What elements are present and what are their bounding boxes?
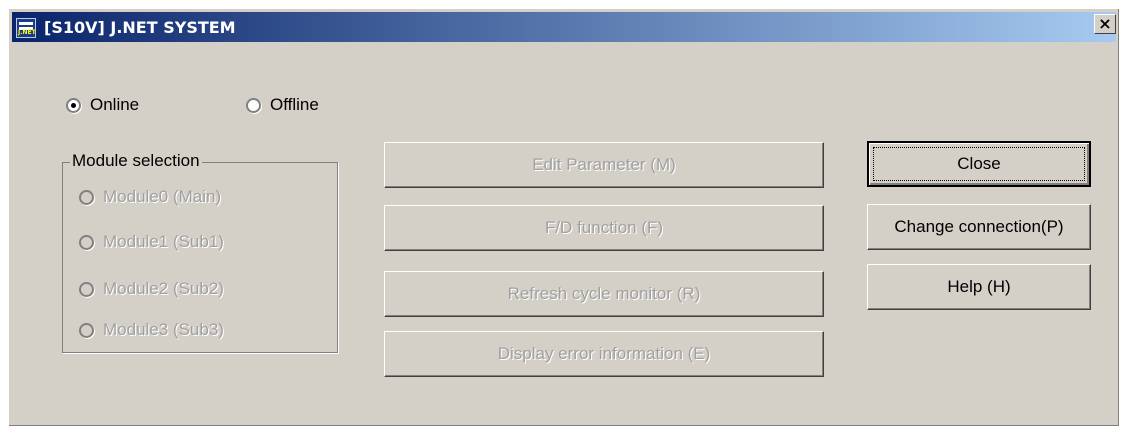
fd-function-button[interactable]: F/D function (F): [384, 205, 824, 251]
module-selection-label: Module selection: [70, 151, 202, 171]
radio-unchecked-icon: [79, 281, 94, 297]
online-radio[interactable]: Online: [66, 95, 139, 115]
radio-unchecked-icon: [79, 322, 94, 338]
radio-unchecked-icon: [79, 189, 94, 205]
refresh-cycle-monitor-button[interactable]: Refresh cycle monitor (R): [384, 271, 824, 317]
help-button[interactable]: Help (H): [867, 264, 1091, 310]
radio-unchecked-icon: [246, 97, 261, 113]
jnet-app-icon: J.NET: [16, 18, 36, 38]
module0-radio[interactable]: Module0 (Main): [79, 187, 221, 207]
offline-radio[interactable]: Offline: [246, 95, 319, 115]
jnet-system-dialog: J.NET [S10V] J.NET SYSTEM × Online Offli…: [8, 8, 1119, 426]
module3-radio[interactable]: Module3 (Sub3): [79, 320, 224, 340]
close-button[interactable]: Close: [867, 141, 1091, 187]
title-bar: J.NET [S10V] J.NET SYSTEM: [12, 12, 1116, 42]
module2-radio[interactable]: Module2 (Sub2): [79, 279, 224, 299]
radio-unchecked-icon: [79, 234, 94, 250]
close-icon[interactable]: ×: [1094, 14, 1116, 34]
module1-radio[interactable]: Module1 (Sub1): [79, 232, 224, 252]
display-error-information-button[interactable]: Display error information (E): [384, 331, 824, 377]
window-title: [S10V] J.NET SYSTEM: [44, 18, 236, 37]
radio-checked-icon: [66, 97, 81, 113]
change-connection-button[interactable]: Change connection(P): [867, 204, 1091, 250]
edit-parameter-button[interactable]: Edit Parameter (M): [384, 142, 824, 188]
